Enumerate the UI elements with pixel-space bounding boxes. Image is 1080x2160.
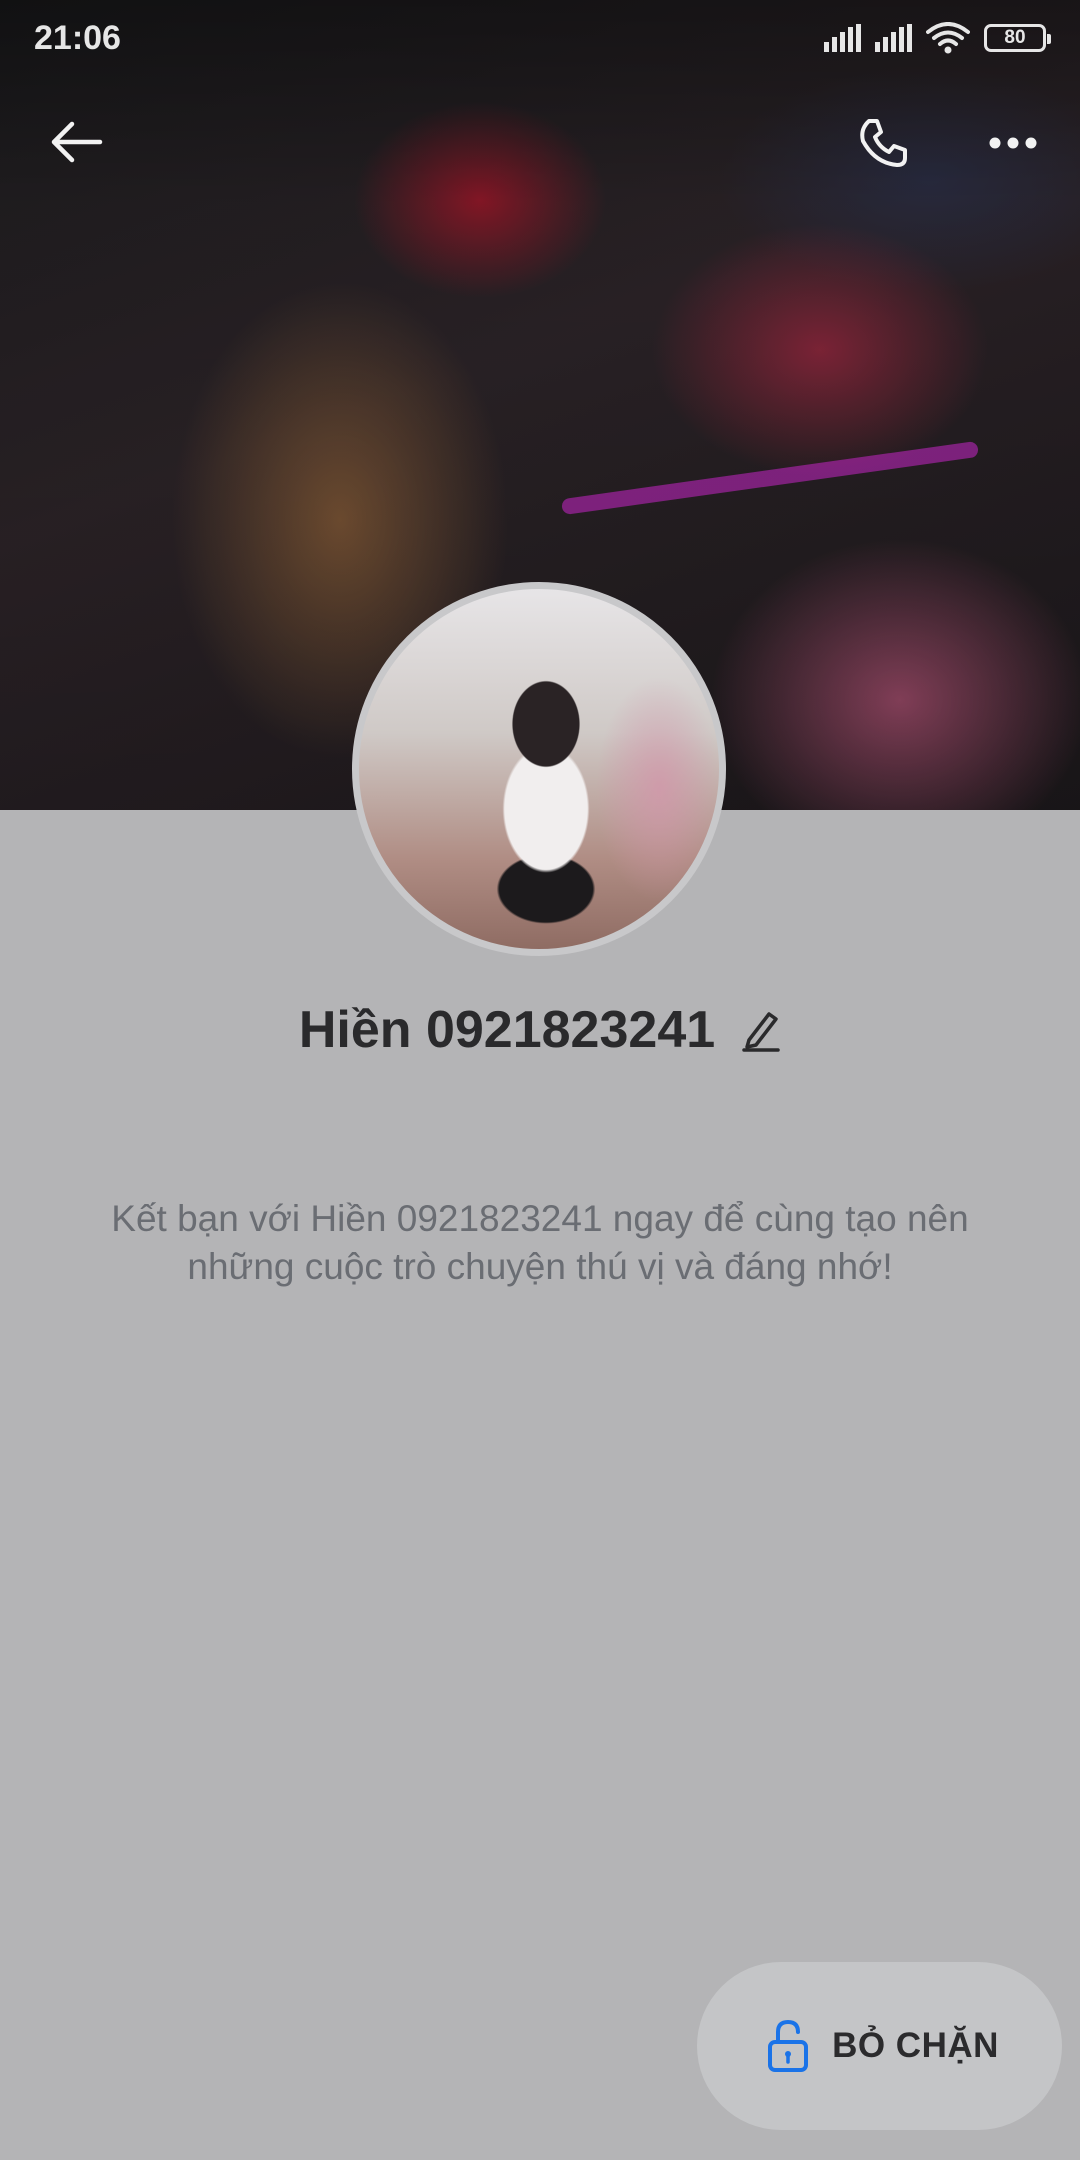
arrow-left-icon (51, 121, 103, 163)
status-time: 21:06 (34, 18, 121, 57)
profile-name: Hiền 0921823241 (298, 1001, 716, 1059)
cover-decor (560, 440, 980, 516)
more-dots-icon (989, 137, 1037, 149)
battery-level: 80 (1004, 27, 1026, 48)
call-button[interactable] (850, 110, 916, 176)
more-options-button[interactable] (980, 110, 1046, 176)
unblock-label: BỎ CHẶN (832, 2026, 999, 2065)
friend-invite-message: Kết bạn với Hiền 0921823241 ngay để cùng… (111, 1198, 969, 1287)
avatar[interactable] (352, 582, 726, 956)
status-bar: 21:06 80 (0, 0, 1080, 76)
unlock-icon (768, 2019, 809, 2072)
signal-icon (875, 24, 912, 52)
edit-name-button[interactable] (741, 1008, 781, 1052)
status-icons: 80 (824, 22, 1051, 54)
back-button[interactable] (40, 110, 112, 174)
unblock-button[interactable]: BỎ CHẶN (697, 1962, 1062, 2130)
signal-icon (824, 24, 861, 52)
pencil-icon (742, 1012, 780, 1052)
phone-icon (860, 119, 907, 167)
profile-name-row: Hiền 0921823241 (0, 995, 1080, 1065)
battery-icon: 80 (984, 24, 1051, 52)
wifi-icon (926, 22, 970, 54)
